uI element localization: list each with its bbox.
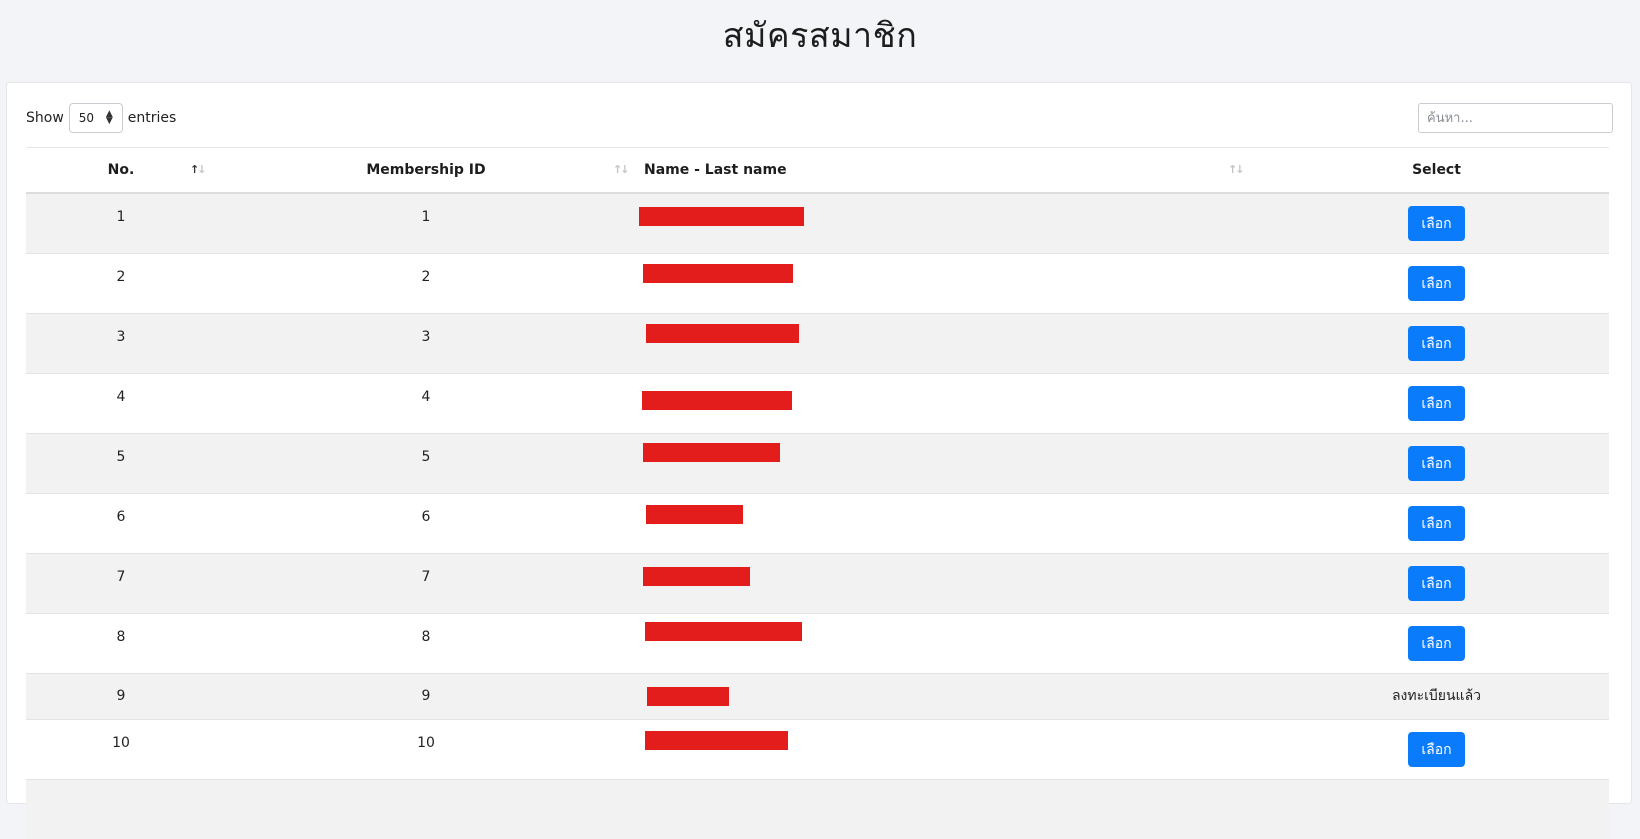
select-button[interactable]: เลือก [1408, 385, 1465, 421]
membership-id: 7 [421, 569, 431, 585]
column-header-select: Select [1264, 147, 1609, 194]
redacted-name [643, 442, 780, 462]
column-header-name[interactable]: Name - Last name ↑↓ [636, 147, 1264, 194]
row-number: 7 [116, 569, 126, 585]
table-row: 1 1 เลือก [26, 192, 1609, 253]
table-row: 8 8 เลือก [26, 612, 1609, 673]
row-number: 9 [116, 688, 126, 704]
redacted-name [645, 730, 788, 750]
redacted-name [646, 323, 799, 343]
redacted-name [642, 390, 792, 410]
membership-id: 8 [421, 629, 431, 645]
row-number: 1 [116, 209, 126, 226]
redacted-name [639, 207, 804, 226]
membership-id: 4 [421, 389, 431, 405]
select-button[interactable]: เลือก [1408, 445, 1465, 481]
select-arrows-icon: ▲ ▼ [105, 109, 113, 126]
table-header-row: No. ↑↓ Membership ID ↑↓ Name - Last name… [26, 147, 1609, 194]
membership-id: 2 [421, 269, 431, 285]
row-number: 3 [116, 329, 126, 345]
row-number: 10 [112, 735, 130, 751]
sort-arrows-icon: ↑↓ [613, 163, 630, 176]
members-table: No. ↑↓ Membership ID ↑↓ Name - Last name… [26, 147, 1609, 839]
row-number: 4 [116, 389, 126, 405]
select-button[interactable]: เลือก [1408, 265, 1465, 301]
membership-id: 5 [421, 449, 431, 465]
table-row: 3 3 เลือก [26, 312, 1609, 373]
column-header-no[interactable]: No. ↑↓ [26, 147, 216, 194]
column-header-membership-id-label: Membership ID [366, 162, 486, 178]
redacted-name [643, 566, 750, 586]
membership-id: 10 [417, 735, 435, 751]
table-row: 2 2 เลือก [26, 252, 1609, 313]
table-row: 10 10 เลือก [26, 718, 1609, 779]
select-button[interactable]: เลือก [1408, 205, 1465, 241]
redacted-name [646, 504, 743, 524]
membership-id: 3 [421, 329, 431, 345]
table-row [26, 778, 1609, 839]
column-header-no-label: No. [107, 162, 135, 178]
registered-status: ลงทะเบียนแล้ว [1391, 688, 1482, 704]
row-number: 5 [116, 449, 126, 465]
column-header-membership-id[interactable]: Membership ID ↑↓ [216, 147, 636, 194]
membership-id: 6 [421, 509, 431, 525]
column-header-name-label: Name - Last name [644, 162, 787, 178]
sort-arrows-icon: ↑↓ [1228, 163, 1245, 176]
select-button[interactable]: เลือก [1408, 625, 1465, 661]
table-row: 6 6 เลือก [26, 492, 1609, 553]
select-button[interactable]: เลือก [1408, 565, 1465, 601]
membership-id: 9 [421, 688, 431, 704]
table-row: 5 5 เลือก [26, 432, 1609, 493]
membership-id: 1 [421, 209, 431, 226]
redacted-name [647, 686, 729, 706]
show-label: Show [26, 110, 64, 126]
select-button[interactable]: เลือก [1408, 505, 1465, 541]
redacted-name [645, 621, 802, 641]
length-control: Show 50 ▲ ▼ entries [26, 103, 176, 133]
select-button[interactable]: เลือก [1408, 325, 1465, 361]
entries-length-select[interactable]: 50 ▲ ▼ [68, 103, 123, 133]
row-number: 8 [116, 629, 126, 645]
entries-label: entries [127, 110, 177, 126]
select-button[interactable]: เลือก [1408, 731, 1465, 767]
row-number: 2 [116, 269, 126, 285]
members-table-card: Show 50 ▲▼ entries No. ↑↓ Membership ID … [6, 82, 1632, 839]
table-row: 4 4 เลือก [26, 372, 1609, 433]
table-row: 7 7 เลือก [26, 552, 1609, 613]
row-number: 6 [116, 509, 126, 525]
column-header-select-label: Select [1412, 162, 1461, 178]
entries-length-value: 50 [78, 111, 95, 125]
sort-arrows-icon: ↑↓ [190, 163, 207, 176]
search-input[interactable] [1418, 103, 1613, 133]
redacted-name [643, 263, 793, 283]
table-row: 9 9 ลงทะเบียนแล้ว [26, 672, 1609, 719]
page-title: สมัครสมาชิก [722, 16, 918, 56]
